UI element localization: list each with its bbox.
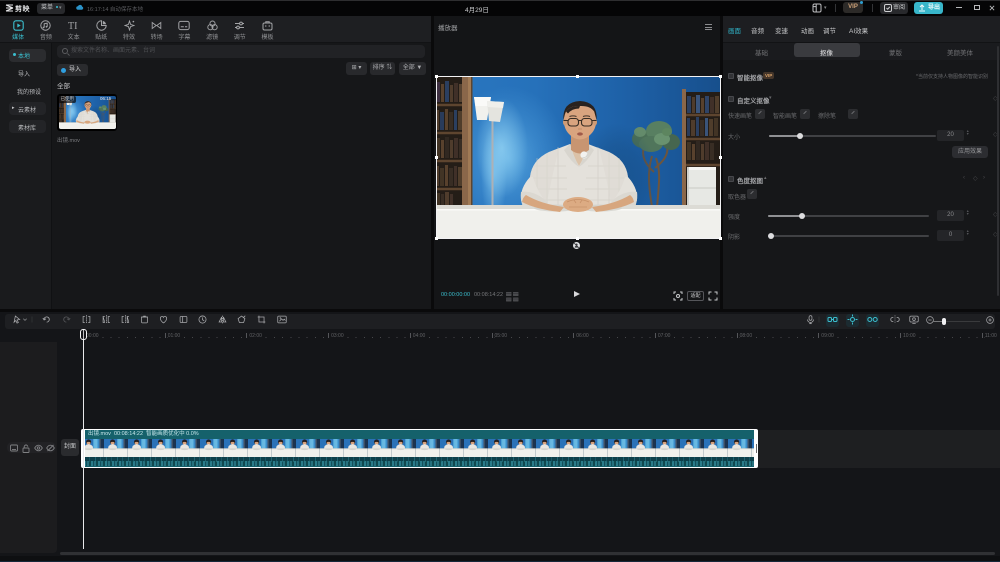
svg-text:TI: TI [68,21,77,31]
